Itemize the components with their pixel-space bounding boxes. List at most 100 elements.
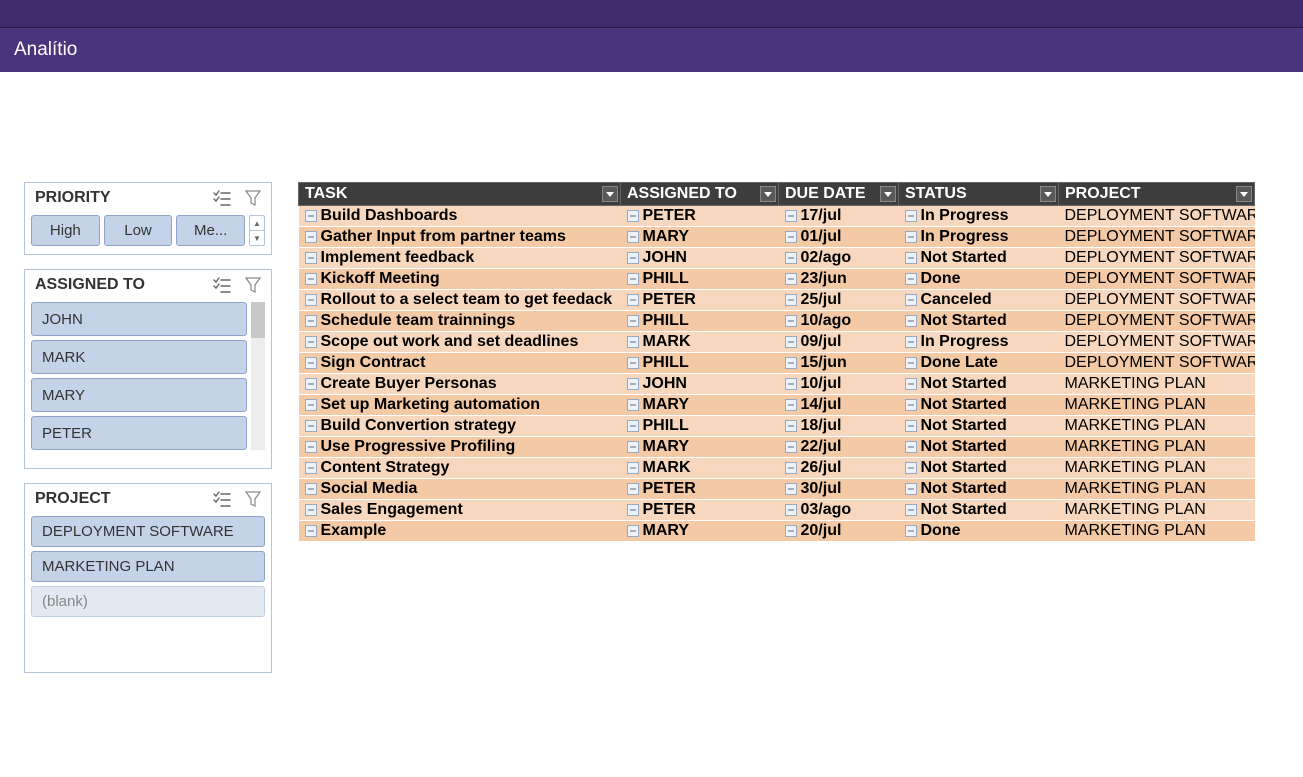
collapse-icon[interactable] — [627, 399, 639, 411]
table-row[interactable]: Social MediaPETER30/julNot StartedMARKET… — [299, 479, 1255, 500]
collapse-icon[interactable] — [785, 441, 797, 453]
collapse-icon[interactable] — [305, 273, 317, 285]
filter-dropdown-icon[interactable] — [880, 186, 896, 202]
collapse-icon[interactable] — [905, 399, 917, 411]
table-row[interactable]: Schedule team trainningsPHILL10/agoNot S… — [299, 311, 1255, 332]
clear-filter-icon[interactable] — [245, 277, 261, 293]
collapse-icon[interactable] — [305, 525, 317, 537]
collapse-icon[interactable] — [305, 210, 317, 222]
slicer-scroll-spinner[interactable]: ▲ ▼ — [249, 215, 265, 246]
collapse-icon[interactable] — [905, 315, 917, 327]
collapse-icon[interactable] — [785, 525, 797, 537]
collapse-icon[interactable] — [905, 210, 917, 222]
slicer-item-john[interactable]: JOHN — [31, 302, 247, 336]
collapse-icon[interactable] — [905, 231, 917, 243]
slicer-item-peter[interactable]: PETER — [31, 416, 247, 450]
collapse-icon[interactable] — [905, 483, 917, 495]
filter-dropdown-icon[interactable] — [602, 186, 618, 202]
collapse-icon[interactable] — [905, 441, 917, 453]
table-row[interactable]: Content StrategyMARK26/julNot StartedMAR… — [299, 458, 1255, 479]
collapse-icon[interactable] — [905, 357, 917, 369]
column-header-project[interactable]: PROJECT — [1059, 183, 1255, 206]
slicer-item-marketing[interactable]: MARKETING PLAN — [31, 551, 265, 582]
collapse-icon[interactable] — [905, 273, 917, 285]
clear-filter-icon[interactable] — [245, 491, 261, 507]
collapse-icon[interactable] — [305, 357, 317, 369]
scrollbar-thumb[interactable] — [251, 302, 265, 338]
collapse-icon[interactable] — [627, 231, 639, 243]
multiselect-icon[interactable] — [213, 190, 231, 206]
collapse-icon[interactable] — [305, 399, 317, 411]
collapse-icon[interactable] — [627, 294, 639, 306]
collapse-icon[interactable] — [627, 273, 639, 285]
collapse-icon[interactable] — [627, 525, 639, 537]
collapse-icon[interactable] — [785, 420, 797, 432]
table-row[interactable]: Create Buyer PersonasJOHN10/julNot Start… — [299, 374, 1255, 395]
slicer-item-high[interactable]: High — [31, 215, 100, 246]
collapse-icon[interactable] — [627, 441, 639, 453]
collapse-icon[interactable] — [627, 210, 639, 222]
multiselect-icon[interactable] — [213, 491, 231, 507]
table-row[interactable]: Build DashboardsPETER17/julIn ProgressDE… — [299, 206, 1255, 227]
collapse-icon[interactable] — [785, 252, 797, 264]
table-row[interactable]: Implement feedbackJOHN02/agoNot StartedD… — [299, 248, 1255, 269]
collapse-icon[interactable] — [305, 483, 317, 495]
collapse-icon[interactable] — [305, 441, 317, 453]
collapse-icon[interactable] — [785, 210, 797, 222]
slicer-item-mary[interactable]: MARY — [31, 378, 247, 412]
table-row[interactable]: Use Progressive ProfilingMARY22/julNot S… — [299, 437, 1255, 458]
slicer-item-mark[interactable]: MARK — [31, 340, 247, 374]
slicer-item-deployment[interactable]: DEPLOYMENT SOFTWARE — [31, 516, 265, 547]
collapse-icon[interactable] — [627, 504, 639, 516]
slicer-scrollbar[interactable] — [251, 302, 265, 450]
collapse-icon[interactable] — [785, 483, 797, 495]
slicer-item-low[interactable]: Low — [104, 215, 173, 246]
filter-dropdown-icon[interactable] — [1040, 186, 1056, 202]
collapse-icon[interactable] — [785, 357, 797, 369]
collapse-icon[interactable] — [785, 462, 797, 474]
collapse-icon[interactable] — [305, 420, 317, 432]
collapse-icon[interactable] — [305, 252, 317, 264]
column-header-due[interactable]: DUE DATE — [779, 183, 899, 206]
collapse-icon[interactable] — [627, 252, 639, 264]
collapse-icon[interactable] — [905, 378, 917, 390]
spinner-down-icon[interactable]: ▼ — [250, 231, 264, 245]
table-row[interactable]: Sales EngagementPETER03/agoNot StartedMA… — [299, 500, 1255, 521]
column-header-task[interactable]: TASK — [299, 183, 621, 206]
collapse-icon[interactable] — [785, 294, 797, 306]
table-row[interactable]: Kickoff MeetingPHILL23/junDoneDEPLOYMENT… — [299, 269, 1255, 290]
multiselect-icon[interactable] — [213, 277, 231, 293]
collapse-icon[interactable] — [785, 336, 797, 348]
collapse-icon[interactable] — [305, 294, 317, 306]
slicer-item-medium[interactable]: Me... — [176, 215, 245, 246]
spinner-up-icon[interactable]: ▲ — [250, 216, 264, 231]
collapse-icon[interactable] — [627, 357, 639, 369]
collapse-icon[interactable] — [905, 462, 917, 474]
collapse-icon[interactable] — [305, 378, 317, 390]
table-row[interactable]: Gather Input from partner teamsMARY01/ju… — [299, 227, 1255, 248]
filter-dropdown-icon[interactable] — [1236, 186, 1252, 202]
collapse-icon[interactable] — [905, 294, 917, 306]
clear-filter-icon[interactable] — [245, 190, 261, 206]
collapse-icon[interactable] — [305, 336, 317, 348]
table-row[interactable]: Build Convertion strategyPHILL18/julNot … — [299, 416, 1255, 437]
collapse-icon[interactable] — [627, 483, 639, 495]
collapse-icon[interactable] — [627, 336, 639, 348]
column-header-assigned[interactable]: ASSIGNED TO — [621, 183, 779, 206]
collapse-icon[interactable] — [305, 315, 317, 327]
collapse-icon[interactable] — [305, 231, 317, 243]
collapse-icon[interactable] — [785, 504, 797, 516]
table-row[interactable]: Set up Marketing automationMARY14/julNot… — [299, 395, 1255, 416]
collapse-icon[interactable] — [785, 231, 797, 243]
slicer-item-blank[interactable]: (blank) — [31, 586, 265, 617]
collapse-icon[interactable] — [905, 420, 917, 432]
collapse-icon[interactable] — [785, 273, 797, 285]
collapse-icon[interactable] — [627, 378, 639, 390]
collapse-icon[interactable] — [305, 504, 317, 516]
column-header-status[interactable]: STATUS — [899, 183, 1059, 206]
collapse-icon[interactable] — [785, 378, 797, 390]
table-row[interactable]: Sign ContractPHILL15/junDone LateDEPLOYM… — [299, 353, 1255, 374]
filter-dropdown-icon[interactable] — [760, 186, 776, 202]
table-row[interactable]: Rollout to a select team to get feedackP… — [299, 290, 1255, 311]
collapse-icon[interactable] — [627, 315, 639, 327]
